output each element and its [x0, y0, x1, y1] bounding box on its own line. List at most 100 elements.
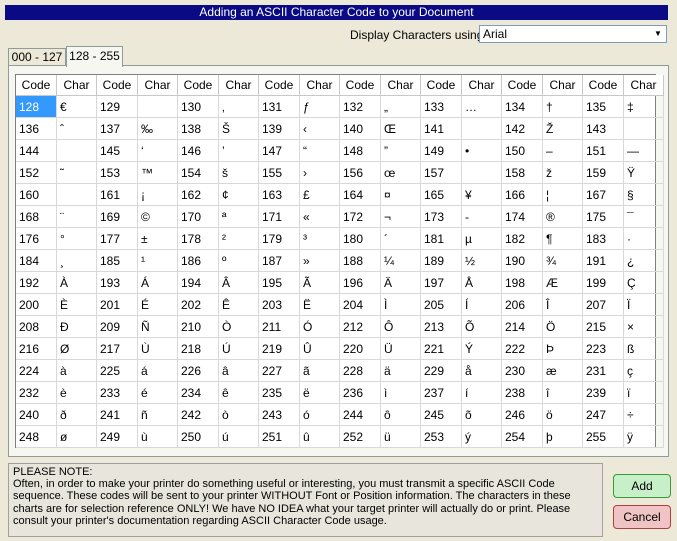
code-cell[interactable]: 142 [501, 117, 543, 140]
code-cell[interactable]: 132 [339, 95, 381, 118]
code-cell[interactable]: 185 [96, 249, 138, 272]
code-cell[interactable]: 221 [420, 337, 462, 360]
char-cell[interactable]: § [623, 183, 664, 206]
char-cell[interactable]: ³ [299, 227, 340, 250]
char-cell[interactable]: ø [56, 425, 97, 448]
code-cell[interactable]: 245 [420, 403, 462, 426]
code-cell[interactable]: 193 [96, 271, 138, 294]
code-cell[interactable]: 211 [258, 315, 300, 338]
char-cell[interactable]: ä [380, 359, 421, 382]
char-cell[interactable]: » [299, 249, 340, 272]
char-cell[interactable]: ¡ [137, 183, 178, 206]
char-cell[interactable]: ó [299, 403, 340, 426]
code-cell[interactable]: 175 [582, 205, 624, 228]
char-cell[interactable]: Î [542, 293, 583, 316]
char-cell[interactable]: ð [56, 403, 97, 426]
char-cell[interactable]: ü [380, 425, 421, 448]
char-cell[interactable]: û [299, 425, 340, 448]
char-cell[interactable]: Â [218, 271, 259, 294]
code-cell[interactable]: 251 [258, 425, 300, 448]
char-cell[interactable]: - [461, 205, 502, 228]
code-cell[interactable]: 155 [258, 161, 300, 184]
char-cell[interactable]: • [461, 139, 502, 162]
code-cell[interactable]: 248 [16, 425, 57, 448]
code-cell[interactable]: 224 [16, 359, 57, 382]
char-cell[interactable]: ¯ [623, 205, 664, 228]
char-cell[interactable]: Å [461, 271, 502, 294]
char-cell[interactable]: Œ [380, 117, 421, 140]
code-cell[interactable]: 255 [582, 425, 624, 448]
char-cell[interactable]: Ó [299, 315, 340, 338]
code-cell[interactable]: 136 [16, 117, 57, 140]
code-cell[interactable]: 197 [420, 271, 462, 294]
code-cell[interactable]: 166 [501, 183, 543, 206]
char-cell[interactable]: µ [461, 227, 502, 250]
code-cell[interactable]: 235 [258, 381, 300, 404]
char-cell[interactable]: ö [542, 403, 583, 426]
char-cell[interactable]: € [56, 95, 97, 118]
char-cell[interactable]: ž [542, 161, 583, 184]
code-cell[interactable]: 214 [501, 315, 543, 338]
code-cell[interactable]: 172 [339, 205, 381, 228]
code-cell[interactable]: 209 [96, 315, 138, 338]
code-cell[interactable]: 181 [420, 227, 462, 250]
code-cell[interactable]: 218 [177, 337, 219, 360]
code-cell[interactable]: 149 [420, 139, 462, 162]
code-cell[interactable]: 176 [16, 227, 57, 250]
code-cell[interactable]: 244 [339, 403, 381, 426]
code-cell[interactable]: 157 [420, 161, 462, 184]
char-cell[interactable]: ´ [380, 227, 421, 250]
code-cell[interactable]: 129 [96, 95, 138, 118]
code-cell[interactable]: 200 [16, 293, 57, 316]
chevron-down-icon[interactable]: ▼ [650, 26, 666, 42]
code-cell[interactable]: 247 [582, 403, 624, 426]
code-cell[interactable]: 223 [582, 337, 624, 360]
char-cell[interactable]: Ö [542, 315, 583, 338]
char-cell[interactable]: × [623, 315, 664, 338]
code-cell[interactable]: 210 [177, 315, 219, 338]
char-cell[interactable]: ÿ [623, 425, 664, 448]
code-cell[interactable]: 130 [177, 95, 219, 118]
char-cell[interactable]: è [56, 381, 97, 404]
char-cell[interactable]: ¼ [380, 249, 421, 272]
code-cell[interactable]: 204 [339, 293, 381, 316]
code-cell[interactable]: 189 [420, 249, 462, 272]
char-cell[interactable]: æ [542, 359, 583, 382]
char-cell[interactable]: ß [623, 337, 664, 360]
char-cell[interactable]: ò [218, 403, 259, 426]
code-cell[interactable]: 173 [420, 205, 462, 228]
char-cell[interactable]: £ [299, 183, 340, 206]
code-cell[interactable]: 237 [420, 381, 462, 404]
char-cell[interactable]: õ [461, 403, 502, 426]
char-cell[interactable]: ‚ [218, 95, 259, 118]
code-cell[interactable]: 170 [177, 205, 219, 228]
char-cell[interactable]: ú [218, 425, 259, 448]
code-cell[interactable]: 207 [582, 293, 624, 316]
char-cell[interactable]: Ñ [137, 315, 178, 338]
char-cell[interactable]: © [137, 205, 178, 228]
code-cell[interactable]: 140 [339, 117, 381, 140]
code-cell[interactable]: 228 [339, 359, 381, 382]
code-cell[interactable]: 240 [16, 403, 57, 426]
code-cell[interactable]: 160 [16, 183, 57, 206]
char-cell[interactable]: Á [137, 271, 178, 294]
char-cell[interactable]: á [137, 359, 178, 382]
char-cell[interactable]: ì [380, 381, 421, 404]
char-cell[interactable]: ý [461, 425, 502, 448]
char-cell[interactable]: Ï [623, 293, 664, 316]
tab-000-127[interactable]: 000 - 127 [8, 48, 66, 65]
char-cell[interactable]: ¹ [137, 249, 178, 272]
char-cell[interactable]: ç [623, 359, 664, 382]
cancel-button[interactable]: Cancel [613, 505, 671, 529]
code-cell[interactable]: 163 [258, 183, 300, 206]
char-cell[interactable]: ¶ [542, 227, 583, 250]
code-cell[interactable]: 199 [582, 271, 624, 294]
code-cell[interactable]: 190 [501, 249, 543, 272]
code-cell[interactable]: 144 [16, 139, 57, 162]
code-cell[interactable]: 226 [177, 359, 219, 382]
char-cell[interactable]: ¥ [461, 183, 502, 206]
char-cell[interactable]: ¬ [380, 205, 421, 228]
char-cell[interactable]: œ [380, 161, 421, 184]
char-cell[interactable]: ù [137, 425, 178, 448]
code-cell[interactable]: 213 [420, 315, 462, 338]
